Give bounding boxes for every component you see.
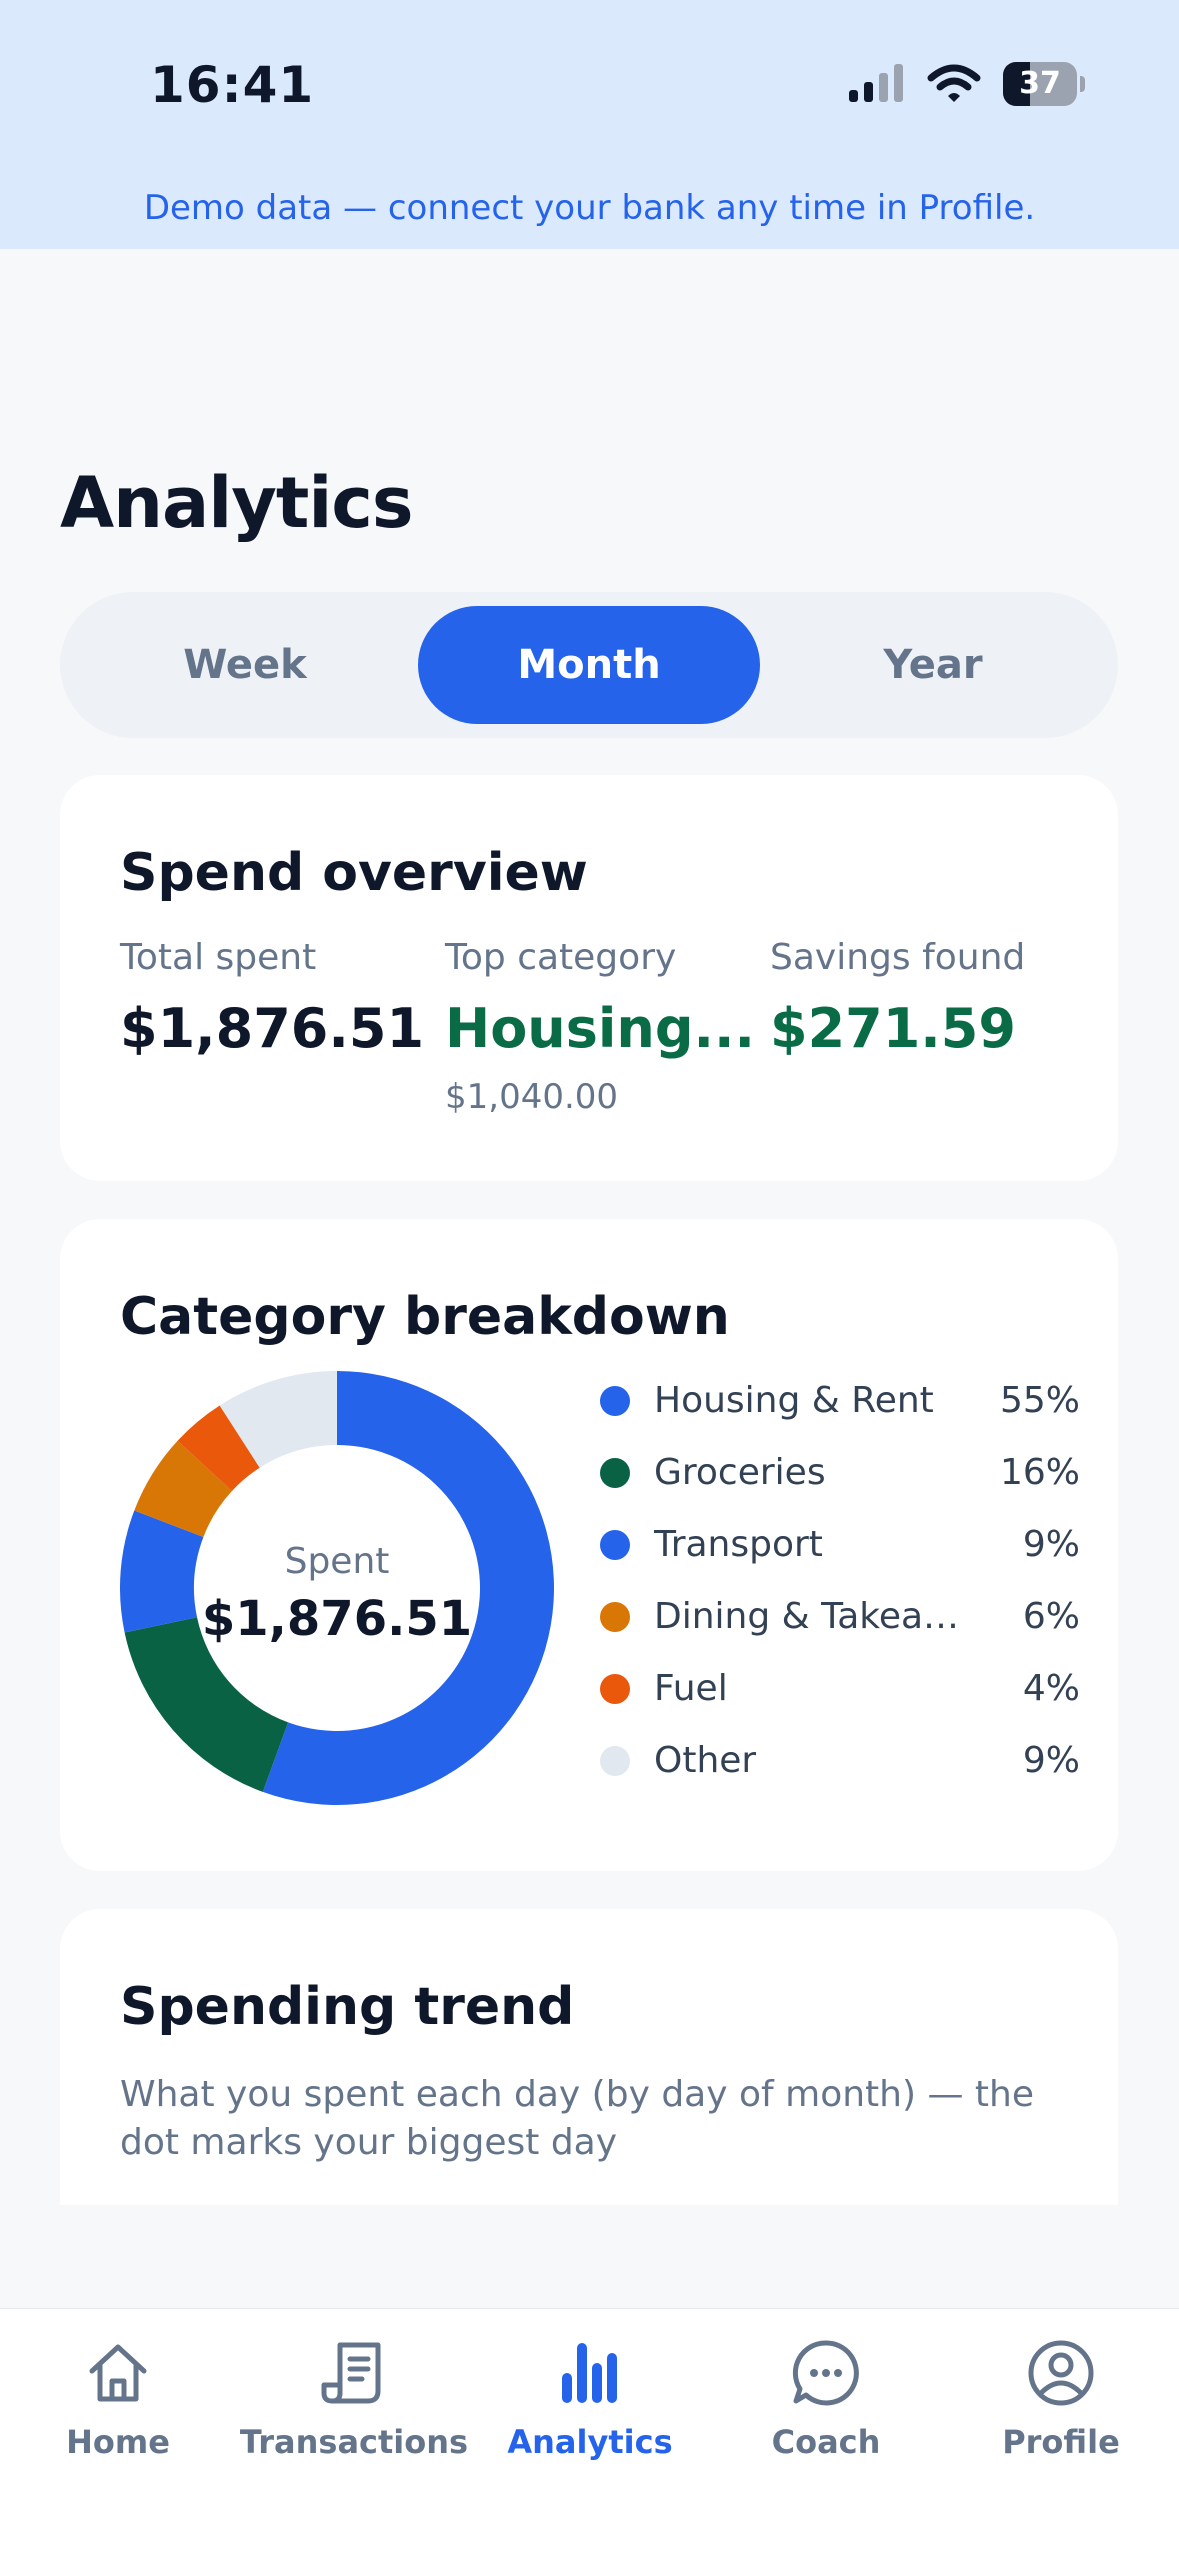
- top-category-value: Housing...: [445, 997, 756, 1060]
- category-donut-chart: [120, 1371, 554, 1805]
- legend-percent: 9%: [1022, 1740, 1080, 1781]
- legend-label: Fuel: [654, 1668, 728, 1709]
- bar-chart-icon: [562, 2343, 617, 2403]
- legend-dot: [600, 1746, 630, 1776]
- status-icons: 37: [849, 62, 1085, 106]
- home-icon: [89, 2344, 147, 2402]
- legend-dot: [600, 1458, 630, 1488]
- receipt-icon: [321, 2342, 381, 2404]
- top-category-amount: $1,040.00: [445, 1077, 619, 1117]
- legend-percent: 4%: [1022, 1668, 1080, 1709]
- top-category-label: Top category: [445, 937, 677, 978]
- legend-label: Housing & Rent: [654, 1380, 934, 1421]
- category-breakdown-card: Category breakdown Spent $1,876.51 Housi…: [60, 1219, 1118, 1871]
- legend-percent: 55%: [999, 1380, 1080, 1421]
- legend-percent: 6%: [1022, 1596, 1080, 1637]
- legend-dot: [600, 1530, 630, 1560]
- demo-data-banner[interactable]: Demo data — connect your bank any time i…: [0, 188, 1179, 228]
- category-breakdown-title: Category breakdown: [120, 1287, 730, 1347]
- top-banner-area: 16:41 37 Demo data — connect your bank a…: [0, 0, 1179, 249]
- battery-icon: 37: [1003, 62, 1085, 106]
- legend-dot: [600, 1386, 630, 1416]
- legend-dot: [600, 1602, 630, 1632]
- legend-label: Other: [654, 1740, 757, 1781]
- tab-profile[interactable]: Profile: [943, 2309, 1179, 2509]
- spending-trend-description: What you spent each day (by day of month…: [120, 2074, 1034, 2163]
- spend-overview-card: Spend overview Total spent $1,876.51 Top…: [60, 775, 1118, 1181]
- signal-icon: [849, 64, 903, 102]
- battery-level: 37: [1019, 66, 1061, 101]
- spending-trend-title: Spending trend: [120, 1977, 575, 2037]
- legend-percent: 9%: [1022, 1524, 1080, 1565]
- donut-center-value: $1,876.51: [201, 1591, 473, 1647]
- tab-coach-label: Coach: [771, 2423, 881, 2461]
- spending-trend-card: Spending trend What you spent each day (…: [60, 1909, 1118, 2205]
- tab-year[interactable]: Year: [762, 606, 1104, 724]
- page-title: Analytics: [60, 462, 413, 544]
- bottom-tab-bar: Home Transactions Analytics Coach Profil…: [0, 2308, 1179, 2557]
- legend-item: Housing & Rent 55%: [600, 1369, 1080, 1429]
- tab-profile-label: Profile: [1002, 2423, 1120, 2461]
- spend-overview-title: Spend overview: [120, 843, 588, 903]
- user-circle-icon: [1028, 2340, 1094, 2406]
- period-segmented-control: Week Month Year: [60, 592, 1118, 738]
- legend-item: Dining & Takeaway 6%: [600, 1585, 1080, 1645]
- tab-analytics-label: Analytics: [507, 2423, 673, 2461]
- tab-month[interactable]: Month: [418, 606, 760, 724]
- savings-found-label: Savings found: [770, 937, 1026, 978]
- total-spent-value: $1,876.51: [120, 997, 425, 1060]
- chat-bubble-icon: [792, 2340, 859, 2406]
- tab-transactions[interactable]: Transactions: [236, 2309, 472, 2509]
- tab-home-label: Home: [66, 2423, 170, 2461]
- legend-label: Transport: [654, 1524, 823, 1565]
- tab-transactions-label: Transactions: [239, 2423, 469, 2461]
- savings-found-value: $271.59: [770, 997, 1016, 1060]
- donut-center-label: Spent: [284, 1541, 390, 1582]
- legend-dot: [600, 1674, 630, 1704]
- legend-label: Groceries: [654, 1452, 826, 1493]
- legend-item: Groceries 16%: [600, 1441, 1080, 1501]
- tab-coach[interactable]: Coach: [708, 2309, 944, 2509]
- legend-item: Fuel 4%: [600, 1657, 1080, 1717]
- total-spent-label: Total spent: [120, 937, 317, 978]
- legend-item: Other 9%: [600, 1729, 1080, 1789]
- legend-item: Transport 9%: [600, 1513, 1080, 1573]
- legend-label: Dining & Takeaway: [654, 1596, 984, 1637]
- legend-percent: 16%: [999, 1452, 1080, 1493]
- wifi-icon: [927, 64, 981, 102]
- status-time: 16:41: [150, 56, 315, 114]
- tab-home[interactable]: Home: [0, 2309, 236, 2509]
- tab-analytics[interactable]: Analytics: [472, 2309, 708, 2509]
- tab-week[interactable]: Week: [74, 606, 416, 724]
